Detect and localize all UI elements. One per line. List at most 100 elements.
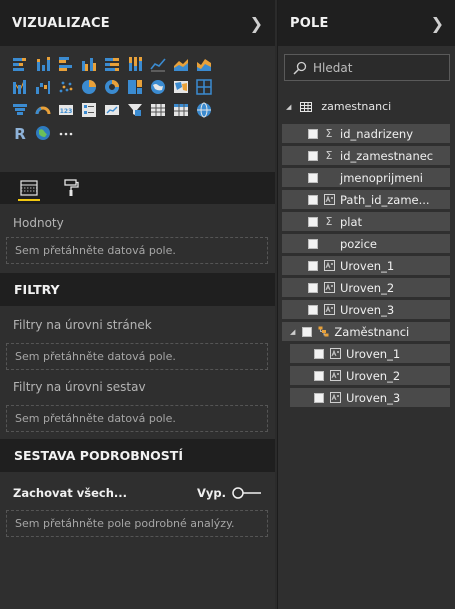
slicer-icon[interactable] [123, 100, 146, 120]
table-node[interactable]: ◢ zamestnanci [286, 100, 391, 113]
gauge-icon[interactable] [31, 100, 54, 120]
field-label: Uroven_3 [346, 390, 401, 405]
checkbox[interactable] [308, 260, 318, 271]
map-icon[interactable] [146, 77, 169, 97]
hierarchy-item[interactable]: ◢ Zaměstnanci [282, 322, 450, 341]
page-filters-label: Filtry na úrovni stránek [13, 318, 152, 332]
100-stacked-bar-icon[interactable] [100, 54, 123, 74]
checkbox[interactable] [308, 238, 318, 249]
format-tab[interactable] [58, 176, 84, 200]
paint-roller-icon [64, 179, 79, 196]
clustered-column-icon[interactable] [77, 54, 100, 74]
filled-map-icon[interactable] [169, 77, 192, 97]
shape-map-icon[interactable] [192, 77, 215, 97]
globe-visual-icon[interactable] [31, 123, 54, 143]
field-label: pozice [340, 236, 377, 251]
r-script-icon[interactable]: R [8, 123, 31, 143]
card-icon[interactable]: 123 [54, 100, 77, 120]
calc-column-icon [323, 282, 335, 294]
pane-tabs [0, 172, 275, 204]
table-icon [300, 101, 313, 112]
checkbox[interactable] [308, 304, 318, 315]
checkbox[interactable] [308, 172, 318, 183]
calc-column-icon [329, 392, 341, 404]
matrix-icon[interactable] [169, 100, 192, 120]
hierarchy-icon [317, 326, 329, 338]
treemap-icon[interactable] [123, 77, 146, 97]
checkbox[interactable] [308, 150, 318, 161]
chevron-right-icon[interactable]: ❯ [431, 14, 444, 33]
keep-all-filters-toggle[interactable]: Vyp. [197, 486, 262, 500]
calc-column-icon [323, 194, 335, 206]
100-stacked-column-icon[interactable] [123, 54, 146, 74]
field-label: Path_id_zame... [340, 192, 430, 207]
field-item[interactable]: Σ plat [282, 212, 450, 231]
hierarchy-level-item[interactable]: Uroven_1 [290, 344, 450, 363]
filters-header: FILTRY [0, 273, 275, 306]
values-drop-zone[interactable]: Sem přetáhněte datová pole. [6, 237, 268, 264]
calc-column-icon [329, 348, 341, 360]
clustered-bar-icon[interactable] [54, 54, 77, 74]
checkbox[interactable] [314, 392, 324, 403]
keep-all-filters-label: Zachovat všech... [13, 486, 128, 500]
ribbon-chart-icon[interactable] [8, 77, 31, 97]
scatter-icon[interactable] [54, 77, 77, 97]
svg-text:123: 123 [59, 108, 72, 115]
page-filters-drop-zone[interactable]: Sem přetáhněte datová pole. [6, 343, 268, 370]
area-chart-icon[interactable] [169, 54, 192, 74]
line-chart-icon[interactable] [146, 54, 169, 74]
stacked-area-icon[interactable] [192, 54, 215, 74]
field-item[interactable]: jmenoprijmeni [282, 168, 450, 187]
svg-text:R: R [14, 125, 26, 141]
checkbox[interactable] [308, 282, 318, 293]
field-item[interactable]: Uroven_2 [282, 278, 450, 297]
visualizations-pane: VIZUALIZACE ❯ 123 R Hodnoty Sem přetáhně… [0, 0, 275, 609]
more-icon[interactable] [54, 123, 77, 143]
checkbox[interactable] [308, 128, 318, 139]
toggle-state-label: Vyp. [197, 486, 226, 500]
calc-column-icon [323, 260, 335, 272]
values-label: Hodnoty [13, 216, 64, 230]
fields-tab[interactable] [16, 176, 42, 201]
search-icon [293, 61, 307, 75]
search-placeholder: Hledat [313, 60, 353, 75]
fields-title: POLE [290, 15, 329, 31]
field-label: id_zamestnanec [340, 148, 434, 163]
field-item[interactable]: Path_id_zame... [282, 190, 450, 209]
toggle-switch-icon [232, 487, 261, 499]
field-item[interactable]: pozice [282, 234, 450, 253]
fields-pane: POLE ❯ Hledat ◢ zamestnanci Σ id_nadrize… [277, 0, 455, 609]
pie-icon[interactable] [77, 77, 100, 97]
waterfall-icon[interactable] [31, 77, 54, 97]
checkbox[interactable] [314, 348, 324, 359]
sigma-icon: Σ [325, 215, 333, 228]
field-item[interactable]: Σ id_nadrizeny [282, 124, 450, 143]
stacked-column-icon[interactable] [31, 54, 54, 74]
checkbox[interactable] [302, 326, 313, 337]
drillthrough-drop-zone[interactable]: Sem přetáhněte pole podrobné analýzy. [6, 510, 268, 537]
checkbox[interactable] [314, 370, 324, 381]
table-icon[interactable] [146, 100, 169, 120]
field-label: id_nadrizeny [340, 126, 414, 141]
field-item[interactable]: Σ id_zamestnanec [282, 146, 450, 165]
visual-gallery: 123 R [0, 46, 275, 144]
hierarchy-level-item[interactable]: Uroven_3 [290, 388, 450, 407]
search-input[interactable]: Hledat [284, 54, 450, 81]
sigma-icon: Σ [325, 149, 333, 162]
funnel-icon[interactable] [8, 100, 31, 120]
field-item[interactable]: Uroven_3 [282, 300, 450, 319]
field-label: Uroven_2 [340, 280, 395, 295]
chevron-right-icon[interactable]: ❯ [250, 14, 263, 33]
report-filters-drop-zone[interactable]: Sem přetáhněte datová pole. [6, 405, 268, 432]
checkbox[interactable] [308, 194, 318, 205]
globe-icon[interactable] [192, 100, 215, 120]
checkbox[interactable] [308, 216, 318, 227]
hierarchy-label: Zaměstnanci [334, 324, 410, 339]
multirow-card-icon[interactable] [77, 100, 100, 120]
kpi-icon[interactable] [100, 100, 123, 120]
collapse-triangle-icon: ◢ [290, 327, 296, 336]
stacked-bar-icon[interactable] [8, 54, 31, 74]
field-item[interactable]: Uroven_1 [282, 256, 450, 275]
hierarchy-level-item[interactable]: Uroven_2 [290, 366, 450, 385]
donut-icon[interactable] [100, 77, 123, 97]
